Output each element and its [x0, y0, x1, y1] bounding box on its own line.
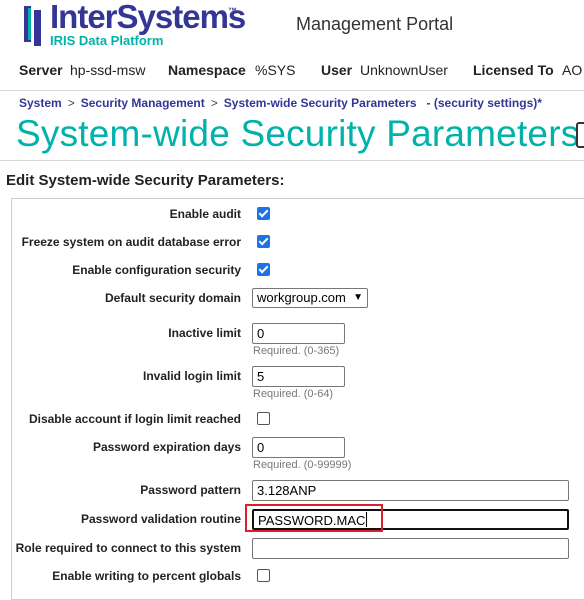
password-pattern-label: Password pattern: [140, 483, 241, 497]
portal-title: Management Portal: [296, 14, 454, 34]
enable-audit-checkbox[interactable]: [257, 207, 270, 220]
server-value: hp-ssd-msw: [70, 62, 146, 78]
inactive-limit-input[interactable]: 0: [252, 323, 345, 344]
inactive-limit-hint: Required. (0-365): [253, 345, 340, 357]
breadcrumb-separator: >: [67, 96, 75, 110]
password-expiration-input[interactable]: 0: [252, 437, 345, 458]
freeze-system-label: Freeze system on audit database error: [21, 235, 241, 249]
highlight-box: [245, 504, 383, 532]
server-label: Server: [19, 62, 63, 78]
password-expiration-label: Password expiration days: [92, 440, 241, 454]
brand-subtitle: IRIS Data Platform: [50, 33, 164, 48]
licensed-label: Licensed To: [473, 62, 554, 78]
partial-row-label: Enable writing to percent globals: [52, 569, 241, 583]
breadcrumb-system-wide-parameters[interactable]: System-wide Security Parameters: [224, 96, 417, 110]
breadcrumb-security-management[interactable]: Security Management: [81, 96, 205, 110]
password-expiration-hint: Required. (0-99999): [253, 459, 352, 471]
freeze-system-checkbox[interactable]: [257, 235, 270, 248]
namespace-value: %SYS: [255, 62, 296, 78]
breadcrumb: System > Security Management > System-wide S…: [19, 96, 542, 110]
licensed-value: AO: [562, 62, 583, 78]
page-title: System-wide Security Parameters: [16, 113, 580, 154]
divider: [0, 160, 584, 161]
breadcrumb-separator: >: [210, 96, 218, 110]
breadcrumb-note: - (security settings)*: [426, 96, 542, 110]
info-bar: Server hp-ssd-msw Namespace %SYS User Un…: [0, 62, 584, 82]
brand-trademark: ™: [228, 6, 237, 16]
default-domain-value: workgroup.com: [257, 290, 346, 305]
divider: [0, 90, 584, 91]
inactive-limit-label: Inactive limit: [168, 326, 241, 340]
password-validation-label: Password validation routine: [80, 512, 241, 526]
disable-account-checkbox[interactable]: [257, 412, 270, 425]
intersystems-logo-icon: [24, 6, 41, 46]
namespace-label: Namespace: [168, 62, 246, 78]
enable-audit-label: Enable audit: [169, 207, 241, 221]
disable-account-label: Disable account if login limit reached: [28, 412, 241, 426]
role-required-label: Role required to connect to this system: [15, 541, 241, 555]
default-domain-label: Default security domain: [104, 291, 241, 305]
invalid-login-hint: Required. (0-64): [253, 388, 334, 400]
default-domain-select[interactable]: workgroup.com ▼: [252, 288, 368, 308]
section-heading: Edit System-wide Security Parameters:: [6, 172, 285, 189]
breadcrumb-system[interactable]: System: [19, 96, 62, 110]
title-widget[interactable]: [576, 122, 584, 148]
partial-row-checkbox[interactable]: [257, 569, 270, 582]
enable-config-security-label: Enable configuration security: [72, 263, 241, 277]
invalid-login-input[interactable]: 5: [252, 366, 345, 387]
password-pattern-input[interactable]: 3.128ANP: [252, 480, 569, 501]
brand-name: InterSystems: [50, 0, 246, 35]
user-label: User: [321, 62, 353, 78]
chevron-down-icon: ▼: [353, 292, 363, 303]
enable-config-security-checkbox[interactable]: [257, 263, 270, 276]
user-value: UnknownUser: [360, 62, 448, 78]
role-required-input[interactable]: [252, 538, 569, 559]
invalid-login-label: Invalid login limit: [142, 369, 241, 383]
